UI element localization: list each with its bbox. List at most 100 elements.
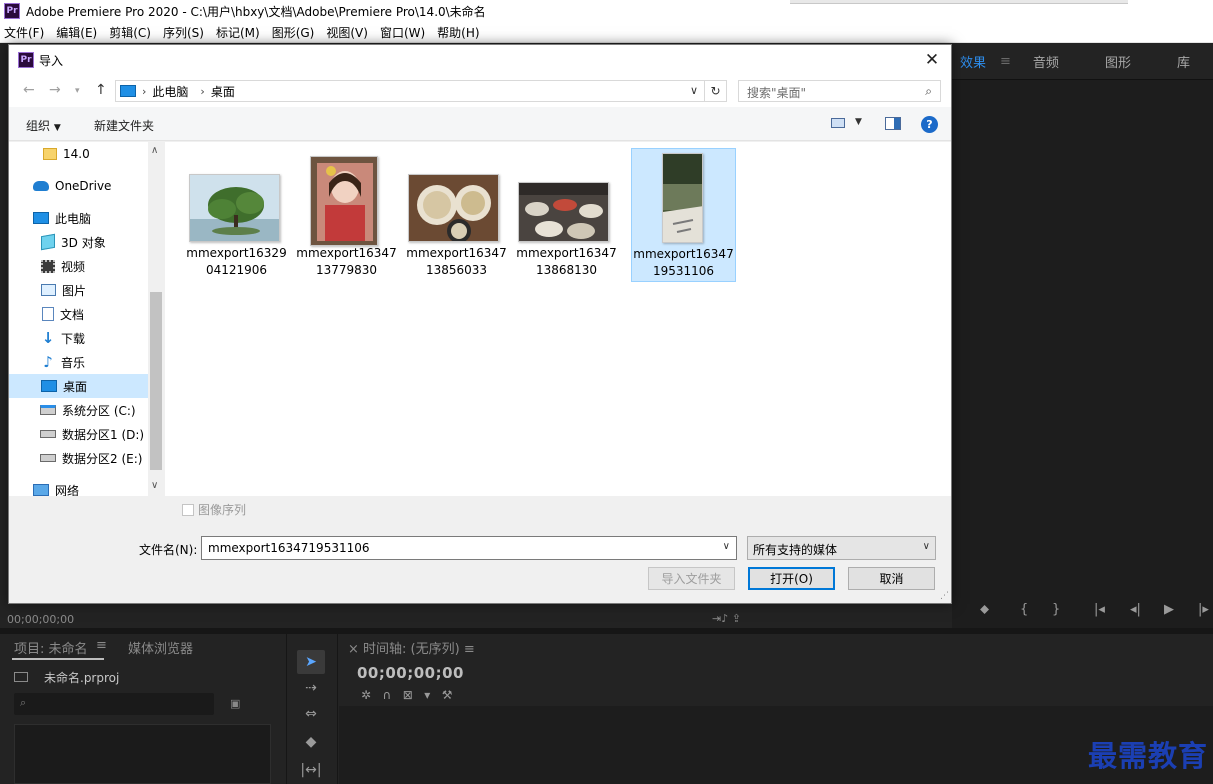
new-bin-icon[interactable]: ▣ bbox=[230, 697, 240, 710]
tab-audio[interactable]: 音频 bbox=[1033, 52, 1059, 71]
project-panel: 项目: 未命名 ≡ 媒体浏览器 未命名.prproj ⌕ ▣ bbox=[0, 634, 285, 784]
desktop-icon bbox=[41, 380, 57, 392]
file-item[interactable]: mmexport1634713779830 bbox=[295, 148, 400, 282]
new-folder-button[interactable]: 新建文件夹 bbox=[94, 117, 154, 134]
address-bar[interactable]: › 此电脑 › 桌面 ∨ ↻ bbox=[115, 80, 727, 102]
document-icon bbox=[42, 307, 54, 321]
tab-menu-icon[interactable]: ≡ bbox=[1000, 54, 1011, 69]
timeline-tracks[interactable] bbox=[339, 706, 1213, 784]
breadcrumb-this-pc[interactable]: 此电脑 bbox=[152, 83, 188, 100]
open-button[interactable]: 打开(O) bbox=[748, 567, 835, 590]
nav-item-this-pc[interactable]: 此电脑 bbox=[9, 206, 148, 230]
nav-item-desktop[interactable]: 桌面 bbox=[9, 374, 148, 398]
menu-view[interactable]: 视图(V) bbox=[326, 24, 368, 41]
forward-arrow-icon[interactable]: → bbox=[49, 82, 61, 98]
tab-effects[interactable]: 效果 bbox=[960, 52, 986, 71]
close-icon[interactable]: ✕ bbox=[921, 49, 943, 71]
image-sequence-checkbox[interactable] bbox=[182, 504, 194, 516]
file-item[interactable]: mmexport1632904121906 bbox=[185, 148, 290, 282]
nav-scrollbar[interactable]: ∧ ∨ bbox=[148, 142, 164, 496]
search-icon[interactable]: ⌕ bbox=[925, 84, 932, 99]
import-folder-button[interactable]: 导入文件夹 bbox=[648, 567, 735, 590]
organize-button[interactable]: 组织 ▼ bbox=[26, 117, 61, 134]
file-item-selected[interactable]: mmexport1634719531106 bbox=[631, 148, 736, 282]
breadcrumb-separator: › bbox=[200, 84, 205, 98]
step-forward-icon[interactable]: |▸ bbox=[1198, 602, 1209, 617]
menu-edit[interactable]: 编辑(E) bbox=[56, 24, 97, 41]
address-chevron-down-icon[interactable]: ∨ bbox=[690, 84, 698, 97]
nav-item-3d-objects[interactable]: 3D 对象 bbox=[9, 230, 148, 254]
step-back-icon[interactable]: ◂| bbox=[1130, 602, 1141, 617]
out-point-icon[interactable]: } bbox=[1052, 602, 1060, 617]
refresh-icon[interactable]: ↻ bbox=[704, 81, 726, 101]
search-input[interactable]: 搜索"桌面" ⌕ bbox=[738, 80, 941, 102]
nav-item-label: 数据分区1 (D:) bbox=[62, 427, 145, 442]
project-menu-icon[interactable]: ≡ bbox=[96, 638, 107, 653]
nav-item-videos[interactable]: 视频 bbox=[9, 254, 148, 278]
nav-item-documents[interactable]: 文档 bbox=[9, 302, 148, 326]
track-select-tool-icon[interactable]: ⇢ bbox=[297, 676, 325, 700]
filename-chevron-down-icon[interactable]: ∨ bbox=[723, 541, 730, 552]
nav-item-network[interactable]: 网络 bbox=[9, 478, 148, 496]
filename-input[interactable]: mmexport1634719531106 ∨ bbox=[201, 536, 737, 560]
file-item[interactable]: mmexport1634713856033 bbox=[405, 148, 510, 282]
menu-file[interactable]: 文件(F) bbox=[4, 24, 44, 41]
cube-icon bbox=[41, 233, 55, 251]
back-arrow-icon[interactable]: ← bbox=[23, 82, 35, 98]
cancel-button[interactable]: 取消 bbox=[848, 567, 935, 590]
scroll-down-icon[interactable]: ∨ bbox=[151, 480, 158, 491]
timeline-title[interactable]: × 时间轴: (无序列) ≡ bbox=[348, 638, 475, 657]
menu-sequence[interactable]: 序列(S) bbox=[163, 24, 204, 41]
menu-window[interactable]: 窗口(W) bbox=[380, 24, 425, 41]
recent-chevron-down-icon[interactable]: ▾ bbox=[75, 86, 80, 96]
project-panel-title[interactable]: 项目: 未命名 bbox=[14, 638, 88, 657]
timeline-timecode[interactable]: 00;00;00;00 bbox=[357, 664, 464, 682]
go-to-in-icon[interactable]: |◂ bbox=[1094, 602, 1105, 617]
drive-icon bbox=[40, 454, 56, 462]
tab-library[interactable]: 库 bbox=[1177, 52, 1190, 71]
filename-value: mmexport1634719531106 bbox=[208, 541, 370, 555]
nav-item-music[interactable]: ♪ 音乐 bbox=[9, 350, 148, 374]
timeline-tool-icons[interactable]: ✲ ∩ ⊠ ▾ ⚒ bbox=[361, 688, 452, 702]
project-search-input[interactable]: ⌕ bbox=[14, 693, 214, 715]
project-list[interactable] bbox=[14, 724, 271, 784]
nav-item-downloads[interactable]: ↓ 下载 bbox=[9, 326, 148, 350]
scroll-thumb[interactable] bbox=[150, 292, 162, 470]
help-icon[interactable]: ? bbox=[921, 116, 938, 133]
menu-markers[interactable]: 标记(M) bbox=[216, 24, 260, 41]
image-sequence-label: 图像序列 bbox=[198, 503, 247, 517]
view-chevron-down-icon[interactable]: ▼ bbox=[855, 117, 862, 127]
tab-graphics[interactable]: 图形 bbox=[1105, 52, 1131, 71]
in-point-icon[interactable]: { bbox=[1020, 602, 1028, 617]
marker-icon[interactable]: ⬥ bbox=[980, 602, 989, 617]
breadcrumb-desktop[interactable]: 桌面 bbox=[211, 83, 235, 100]
nav-item-onedrive[interactable]: OneDrive bbox=[9, 174, 148, 198]
filetype-select[interactable]: 所有支持的媒体 ∨ bbox=[747, 536, 936, 560]
nav-item-label: 14.0 bbox=[63, 147, 90, 161]
preview-pane-icon[interactable] bbox=[885, 117, 901, 130]
resize-grip-icon[interactable]: ⋰ bbox=[940, 591, 949, 601]
nav-item-14-0[interactable]: 14.0 bbox=[9, 142, 148, 166]
export-frame-icons[interactable]: ⇥♪ ⇪ bbox=[712, 612, 741, 625]
file-name: mmexport1632904121906 bbox=[186, 246, 287, 277]
slip-tool-icon[interactable]: |↔| bbox=[297, 758, 325, 782]
nav-item-drive-d[interactable]: 数据分区1 (D:) bbox=[9, 422, 148, 446]
nav-item-drive-e[interactable]: 数据分区2 (E:) bbox=[9, 446, 148, 470]
nav-item-drive-c[interactable]: 系统分区 (C:) bbox=[9, 398, 148, 422]
project-search-icon: ⌕ bbox=[20, 696, 27, 709]
media-browser-tab[interactable]: 媒体浏览器 bbox=[128, 638, 193, 657]
selection-tool-icon[interactable]: ➤ bbox=[297, 650, 325, 674]
play-icon[interactable]: ▶ bbox=[1164, 602, 1174, 617]
menu-graphics[interactable]: 图形(G) bbox=[272, 24, 315, 41]
menu-help[interactable]: 帮助(H) bbox=[437, 24, 479, 41]
up-arrow-icon[interactable]: ↑ bbox=[95, 82, 107, 98]
ripple-edit-tool-icon[interactable]: ⇔ bbox=[297, 702, 325, 726]
scroll-up-icon[interactable]: ∧ bbox=[151, 145, 158, 156]
file-item[interactable]: mmexport1634713868130 bbox=[515, 148, 620, 282]
menu-clip[interactable]: 剪辑(C) bbox=[109, 24, 151, 41]
file-thumbnail bbox=[310, 156, 378, 246]
right-panel bbox=[952, 44, 1213, 630]
view-mode-icon[interactable] bbox=[831, 118, 845, 128]
razor-tool-icon[interactable]: ◆ bbox=[297, 730, 325, 754]
nav-item-pictures[interactable]: 图片 bbox=[9, 278, 148, 302]
